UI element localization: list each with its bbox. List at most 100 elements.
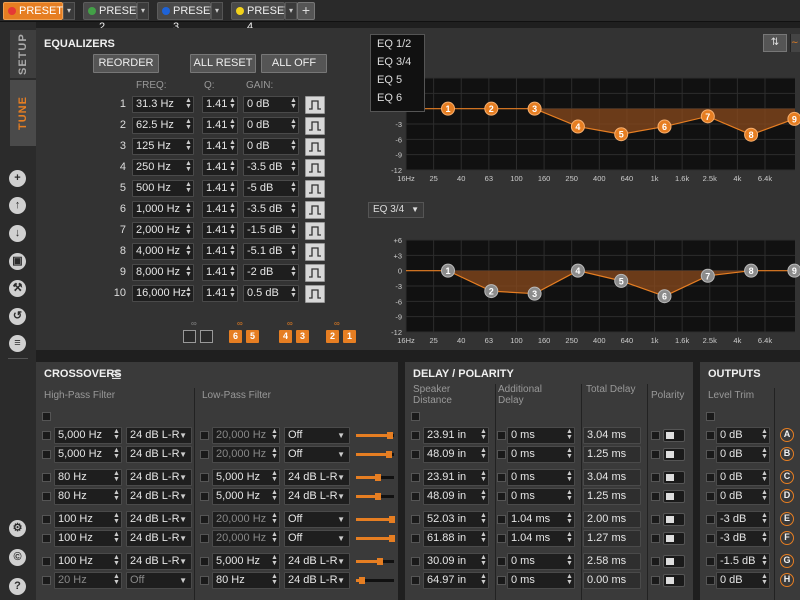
lpf-slope-select[interactable]: Off ▼ (284, 530, 350, 547)
lpf-checkbox[interactable] (200, 450, 209, 459)
preset-tab-1[interactable]: PRESET 1 (3, 2, 63, 33)
spinner-icon[interactable]: ▲ ▼ (113, 512, 120, 525)
hpf-slope-select[interactable]: Off ▼ (126, 572, 192, 589)
spinner-icon[interactable]: ▲ ▼ (761, 573, 768, 586)
download-icon[interactable]: ↓ (9, 225, 26, 242)
all-off-button[interactable]: ALL OFF (261, 54, 327, 73)
hpf-frequency-input[interactable]: 100 Hz ▲ ▼ (54, 511, 122, 528)
chevron-down-icon[interactable]: ▾ (285, 2, 297, 20)
slider-knob[interactable] (377, 558, 383, 565)
spinner-icon[interactable]: ▲ ▼ (761, 489, 768, 502)
copy-icon[interactable]: ▣ (9, 253, 26, 270)
eq-link-chip[interactable]: 5 (246, 330, 259, 343)
spinner-icon[interactable]: ▲ ▼ (566, 573, 573, 586)
crossover-level-slider[interactable] (356, 493, 394, 500)
polarity-toggle[interactable] (663, 513, 685, 526)
delay-master-checkbox[interactable] (411, 412, 420, 421)
lpf-checkbox[interactable] (200, 492, 209, 501)
spinner-icon[interactable]: ▲ ▼ (290, 118, 297, 131)
eq34-graph-band-node[interactable]: 3 (527, 286, 542, 301)
delay-checkbox[interactable] (411, 492, 420, 501)
polarity-checkbox[interactable] (651, 557, 660, 566)
eq-link-chip[interactable] (183, 330, 196, 343)
hpf-checkbox[interactable] (42, 473, 51, 482)
additional-delay-input[interactable]: 0 ms ▲ ▼ (507, 446, 575, 463)
crossover-level-slider[interactable] (356, 474, 394, 481)
spinner-icon[interactable]: ▲ ▼ (271, 428, 278, 441)
lpf-frequency-input[interactable]: 20,000 Hz ▲ ▼ (212, 446, 280, 463)
speaker-distance-input[interactable]: 23.91 in ▲ ▼ (423, 427, 489, 444)
polarity-toggle[interactable] (663, 574, 685, 587)
level-trim-input[interactable]: 0 dB ▲ ▼ (716, 572, 770, 589)
hpf-checkbox[interactable] (42, 492, 51, 501)
filter-shape-button[interactable] (305, 243, 325, 261)
eq12-graph-band-node[interactable]: 7 (700, 109, 715, 124)
lpf-checkbox[interactable] (200, 534, 209, 543)
spinner-icon[interactable]: ▲ ▼ (229, 181, 236, 194)
eq-q-input[interactable]: 1.41 ▲ ▼ (202, 285, 238, 302)
menu-icon[interactable]: ☰ (111, 368, 122, 382)
wrench-icon[interactable]: ⚒ (9, 280, 26, 297)
outputs-master-checkbox[interactable] (706, 412, 715, 421)
additional-delay-input[interactable]: 0 ms ▲ ▼ (507, 572, 575, 589)
level-trim-input[interactable]: -3 dB ▲ ▼ (716, 511, 770, 528)
lpf-frequency-input[interactable]: 20,000 Hz ▲ ▼ (212, 530, 280, 547)
spinner-icon[interactable]: ▲ ▼ (290, 244, 297, 257)
hpf-slope-select[interactable]: 24 dB L-R ▼ (126, 553, 192, 570)
slider-knob[interactable] (375, 493, 381, 500)
speaker-distance-input[interactable]: 48.09 in ▲ ▼ (423, 446, 489, 463)
eq34-graph-band-node[interactable]: 2 (484, 284, 499, 299)
spinner-icon[interactable]: ▲ ▼ (761, 447, 768, 460)
spinner-icon[interactable]: ▲ ▼ (185, 97, 192, 110)
eq34-graph-band-node[interactable]: 7 (700, 268, 715, 283)
eq12-graph-band-node[interactable]: 9 (787, 111, 800, 126)
spinner-icon[interactable]: ▲ ▼ (113, 531, 120, 544)
preset-tab-2[interactable]: PRESET 2 (83, 2, 143, 33)
eq-freq-input[interactable]: 8,000 Hz ▲ ▼ (132, 264, 194, 281)
spinner-icon[interactable]: ▲ ▼ (229, 118, 236, 131)
eq-link-chip[interactable] (200, 330, 213, 343)
crossover-level-slider[interactable] (356, 451, 394, 458)
spinner-icon[interactable]: ▲ ▼ (113, 447, 120, 460)
speaker-distance-input[interactable]: 52.03 in ▲ ▼ (423, 511, 489, 528)
slider-knob[interactable] (375, 474, 381, 481)
hpf-frequency-input[interactable]: 5,000 Hz ▲ ▼ (54, 427, 122, 444)
polarity-toggle[interactable] (663, 532, 685, 545)
eq-q-input[interactable]: 1.41 ▲ ▼ (202, 201, 238, 218)
eq-freq-input[interactable]: 31.3 Hz ▲ ▼ (132, 96, 194, 113)
level-trim-input[interactable]: 0 dB ▲ ▼ (716, 488, 770, 505)
additional-delay-checkbox[interactable] (497, 492, 506, 501)
eq-graph-menu-item[interactable]: EQ 1/2 (371, 35, 424, 53)
filter-shape-button[interactable] (305, 285, 325, 303)
eq-q-input[interactable]: 1.41 ▲ ▼ (202, 264, 238, 281)
filter-shape-button[interactable] (305, 222, 325, 240)
spinner-icon[interactable]: ▲ ▼ (480, 447, 487, 460)
filter-shape-button[interactable] (305, 138, 325, 156)
preset-tab-3[interactable]: PRESET 3 (157, 2, 217, 33)
spinner-icon[interactable]: ▲ ▼ (290, 139, 297, 152)
polarity-checkbox[interactable] (651, 473, 660, 482)
hpf-checkbox[interactable] (42, 576, 51, 585)
polarity-toggle[interactable] (663, 429, 685, 442)
spinner-icon[interactable]: ▲ ▼ (185, 181, 192, 194)
spinner-icon[interactable]: ▲ ▼ (271, 489, 278, 502)
spinner-icon[interactable]: ▲ ▼ (185, 286, 192, 299)
eq-graph-menu-item[interactable]: EQ 3/4 (371, 53, 424, 71)
delay-checkbox[interactable] (411, 557, 420, 566)
reset-icon[interactable]: ↺ (9, 308, 26, 325)
spinner-icon[interactable]: ▲ ▼ (113, 573, 120, 586)
hpf-slope-select[interactable]: 24 dB L-R ▼ (126, 469, 192, 486)
output-checkbox[interactable] (706, 431, 715, 440)
additional-delay-checkbox[interactable] (497, 450, 506, 459)
spinner-icon[interactable]: ▲ ▼ (566, 470, 573, 483)
spinner-icon[interactable]: ▲ ▼ (290, 202, 297, 215)
spinner-icon[interactable]: ▲ ▼ (229, 223, 236, 236)
level-trim-input[interactable]: 0 dB ▲ ▼ (716, 427, 770, 444)
eq-graph2-select[interactable]: EQ 3/4 ▼ (368, 202, 424, 218)
spinner-icon[interactable]: ▲ ▼ (566, 428, 573, 441)
spinner-icon[interactable]: ▲ ▼ (271, 447, 278, 460)
polarity-toggle[interactable] (663, 490, 685, 503)
eq12-graph-band-node[interactable]: 6 (657, 119, 672, 134)
slider-knob[interactable] (386, 451, 392, 458)
polarity-toggle[interactable] (663, 555, 685, 568)
